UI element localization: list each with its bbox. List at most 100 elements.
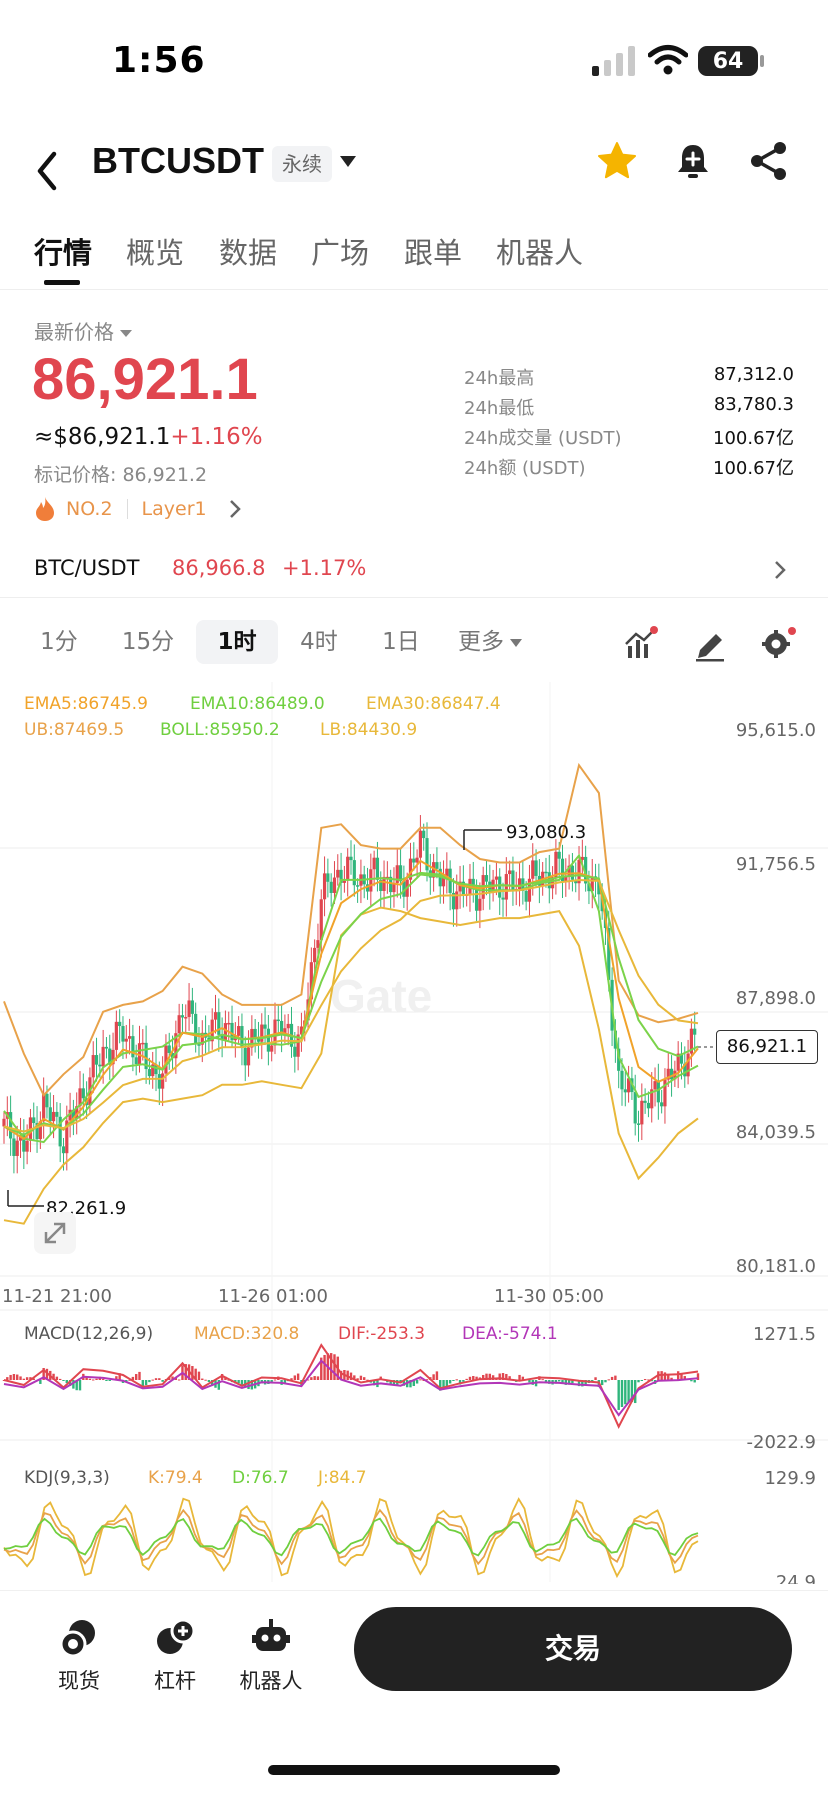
- sector-label: Layer1: [141, 498, 207, 520]
- candle: [233, 1022, 237, 1058]
- back-icon[interactable]: [30, 146, 66, 196]
- tab-bots[interactable]: 机器人: [496, 230, 583, 272]
- star-icon[interactable]: [596, 140, 638, 182]
- stat-value: 87,312.0: [713, 364, 794, 385]
- macd-bar: [273, 1379, 277, 1381]
- macd-bar: [293, 1375, 297, 1380]
- macd-bar: [643, 1379, 647, 1381]
- candle: [385, 861, 389, 894]
- macd-bar: [419, 1379, 422, 1381]
- interval-4h[interactable]: 4时: [284, 620, 354, 664]
- indicator-icon[interactable]: [622, 626, 658, 662]
- tab-square[interactable]: 广场: [311, 230, 369, 272]
- dea-line: [3, 1359, 699, 1417]
- settings-gear-icon[interactable]: [760, 626, 796, 662]
- expand-chart-icon[interactable]: [34, 1212, 76, 1254]
- candle: [210, 1008, 214, 1050]
- symbol-dropdown-caret-icon[interactable]: [340, 156, 356, 167]
- candle: [276, 1004, 280, 1034]
- macd-bar: [55, 1376, 59, 1380]
- drawing-pen-icon[interactable]: [692, 626, 728, 662]
- macd-bar: [518, 1374, 521, 1380]
- candle: [263, 1007, 267, 1046]
- candle: [640, 1083, 644, 1141]
- macd-bar: [624, 1380, 627, 1405]
- y-tick: 95,615.0: [735, 720, 816, 741]
- interval-more[interactable]: 更多: [444, 620, 536, 664]
- battery-cap: [760, 55, 764, 67]
- wifi-icon: [648, 45, 688, 75]
- trade-button[interactable]: 交易: [354, 1607, 792, 1691]
- candle: [78, 1071, 82, 1122]
- k-value: K:79.4: [148, 1468, 203, 1488]
- current-price-tag: 86,921.1: [716, 1030, 818, 1064]
- candle: [398, 848, 403, 899]
- candle: [656, 1063, 660, 1120]
- stat-row: 24h额 (USDT) 100.67亿: [464, 454, 794, 484]
- candle: [104, 1037, 109, 1059]
- interval-15m[interactable]: 15分: [108, 620, 188, 664]
- interval-1d[interactable]: 1日: [366, 620, 436, 664]
- kdj-axis-top: 129.9: [764, 1468, 816, 1489]
- tab-copy-trading[interactable]: 跟单: [404, 230, 462, 272]
- macd-bar: [19, 1376, 22, 1380]
- interval-bar: 1分 15分 1时 4时 1日 更多: [0, 610, 828, 670]
- macd-bar: [415, 1380, 419, 1384]
- price-type-selector[interactable]: 最新价格: [34, 316, 132, 345]
- candle: [32, 1102, 36, 1141]
- macd-bar: [39, 1380, 42, 1384]
- stat-value: 83,780.3: [713, 394, 794, 415]
- nav-bots[interactable]: 机器人: [226, 1609, 316, 1695]
- stat-row: 24h最低 83,780.3: [464, 394, 794, 424]
- macd-bar: [161, 1380, 164, 1382]
- macd-bar: [614, 1375, 617, 1380]
- macd-bar: [637, 1380, 640, 1383]
- rank-row[interactable]: NO.2 Layer1: [34, 494, 241, 524]
- stat-value: 100.67亿: [713, 428, 794, 449]
- symbol-title[interactable]: BTCUSDT: [92, 140, 264, 182]
- boll-upper-line: [3, 762, 699, 1097]
- x-tick: 11-30 05:00: [494, 1286, 604, 1307]
- candle: [693, 1011, 697, 1052]
- spot-pair-row[interactable]: BTC/USDT 86,966.8 +1.17%: [0, 548, 828, 598]
- candle: [55, 1102, 59, 1126]
- macd-bar: [432, 1374, 435, 1380]
- nav-margin[interactable]: 杠杆: [130, 1609, 220, 1695]
- interval-1m[interactable]: 1分: [24, 620, 94, 664]
- macd-bar: [22, 1378, 26, 1380]
- candle: [118, 1009, 122, 1044]
- tab-market[interactable]: 行情: [34, 230, 92, 272]
- macd-bar: [240, 1380, 244, 1385]
- nav-spot[interactable]: 现货: [34, 1609, 124, 1695]
- kline-chart[interactable]: Gate 93,080.3 82,261.9: [0, 682, 828, 1582]
- macd-bar: [676, 1371, 680, 1380]
- macd-bar: [88, 1378, 92, 1380]
- macd-panel: [2, 1343, 700, 1430]
- gate-watermark: Gate: [330, 970, 432, 1022]
- macd-bar: [363, 1377, 366, 1380]
- macd-bar: [541, 1379, 544, 1381]
- macd-bar: [313, 1376, 316, 1380]
- candle: [289, 1006, 294, 1058]
- interval-1h[interactable]: 1时: [196, 620, 278, 664]
- divider: [126, 499, 128, 519]
- candle: [38, 1111, 42, 1150]
- stat-label: 24h成交量 (USDT): [464, 428, 622, 449]
- macd-bar: [663, 1372, 667, 1380]
- share-icon[interactable]: [748, 140, 790, 182]
- candle: [653, 1067, 657, 1107]
- stat-row: 24h成交量 (USDT) 100.67亿: [464, 424, 794, 454]
- candle: [448, 860, 452, 911]
- k-line: [3, 1508, 699, 1566]
- tab-overview[interactable]: 概览: [126, 230, 184, 272]
- candle: [339, 852, 343, 901]
- candle: [322, 856, 327, 917]
- contract-type-badge[interactable]: 永续: [272, 146, 332, 182]
- nav-spot-label: 现货: [58, 1669, 100, 1693]
- kdj-title: KDJ(9,3,3): [24, 1468, 110, 1488]
- bell-plus-icon[interactable]: [672, 140, 714, 182]
- usd-price-row: ≈$86,921.1+1.16%: [34, 424, 263, 450]
- candle: [194, 1002, 198, 1053]
- tab-data[interactable]: 数据: [219, 230, 277, 272]
- candle: [246, 1030, 251, 1077]
